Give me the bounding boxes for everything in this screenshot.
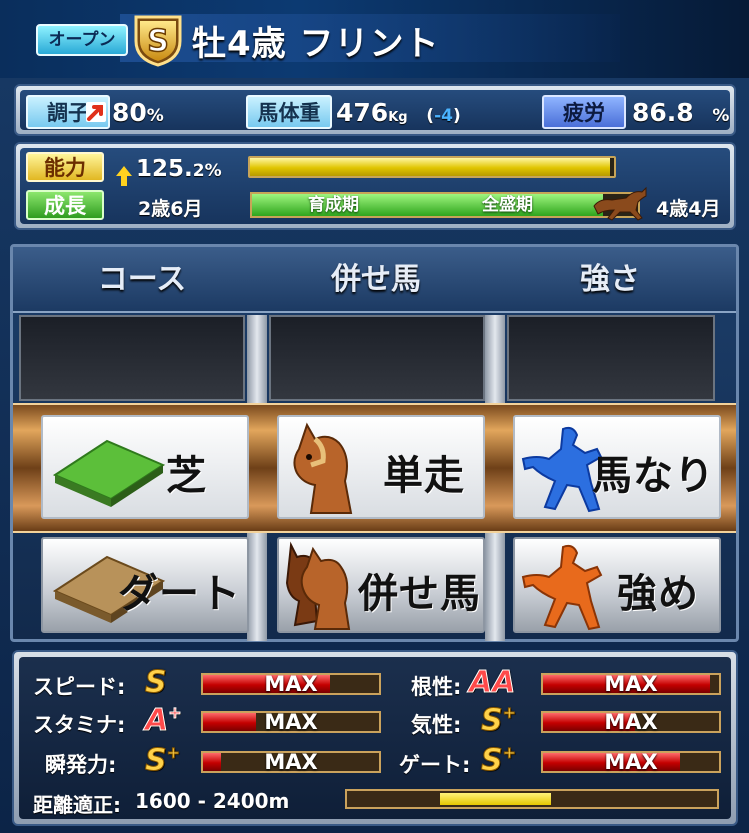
stat-guts-bar: MAX xyxy=(541,672,721,696)
stat-temper-bar: MAX xyxy=(541,710,721,734)
condition-row: 調子 80% 馬体重 476Kg (-4) 疲労 86.8 % xyxy=(14,84,736,136)
option-partner-label: 併せ馬 xyxy=(358,571,481,617)
growth-phase-1: 育成期 xyxy=(308,195,359,215)
stat-guts-max: MAX xyxy=(604,672,658,696)
two-horses-icon xyxy=(285,541,351,630)
option-solo-label: 単走 xyxy=(383,453,465,499)
form-up-arrow-icon xyxy=(86,102,106,122)
option-turf-label: 芝 xyxy=(166,453,207,499)
stat-stamina-label: スタミナ: xyxy=(33,713,126,737)
stat-gate-max: MAX xyxy=(604,750,658,774)
option-strong[interactable]: 強め xyxy=(513,537,721,633)
weight-tag: 馬体重 xyxy=(246,95,332,129)
turf-tile-icon xyxy=(52,439,166,507)
growth-end: 4歳4月 xyxy=(656,198,721,220)
ability-value: 125.2% xyxy=(136,156,222,182)
stat-speed-grade: S xyxy=(145,665,168,701)
training-board: コース 併せ馬 強さ 芝 単走 馬なり ダート 併せ馬 強め xyxy=(10,244,739,642)
ability-up-arrow-icon xyxy=(116,166,132,186)
galloping-horse-icon xyxy=(593,186,647,221)
stat-gate-bar: MAX xyxy=(541,750,721,774)
stat-temper-max: MAX xyxy=(604,710,658,734)
growth-phase-2: 全盛期 xyxy=(482,195,533,215)
horse-title: 牡4歳 フリント xyxy=(192,24,440,64)
weight-label: 馬体重 xyxy=(257,101,321,125)
distance-label: 距離適正: xyxy=(33,793,121,817)
option-turf[interactable]: 芝 xyxy=(41,415,249,519)
class-badge: オープン xyxy=(36,24,128,56)
stat-burst-bar: MAX xyxy=(201,750,381,774)
ability-tag: 能力 xyxy=(26,152,104,182)
empty-slot-partner xyxy=(269,315,485,401)
growth-bar-fill xyxy=(252,194,604,216)
ability-bar-fill xyxy=(250,158,611,176)
horse-head-icon xyxy=(293,422,353,514)
stat-stamina-max: MAX xyxy=(264,710,318,734)
stat-guts-label: 根性: xyxy=(411,675,462,699)
training-screen: オープン S 牡4歳 フリント 調子 80% 馬体重 476Kg (-4) 疲労… xyxy=(0,0,749,833)
distance-value: 1600 - 2400m xyxy=(135,789,290,813)
stat-gate-label: ゲート: xyxy=(399,753,471,777)
growth-start: 2歳6月 xyxy=(138,198,203,220)
stat-burst-grade: S+ xyxy=(145,743,181,779)
jockey-orange-icon xyxy=(521,544,603,631)
growth-tag: 成長 xyxy=(26,190,104,220)
distance-bar-fill xyxy=(439,793,551,805)
stat-stamina-bar: MAX xyxy=(201,710,381,734)
weight-value: 476Kg (-4) xyxy=(336,98,461,127)
grade-s-badge-icon: S xyxy=(134,15,182,67)
ability-bar xyxy=(248,156,616,178)
column-intensity: 強さ xyxy=(580,262,640,297)
form-value: 80% xyxy=(112,98,164,127)
stat-speed-bar: MAX xyxy=(201,672,381,696)
option-easy[interactable]: 馬なり xyxy=(513,415,721,519)
stat-speed-label: スピード: xyxy=(33,675,126,699)
stat-temper-label: 気性: xyxy=(411,713,462,737)
stat-burst-max: MAX xyxy=(264,750,318,774)
growth-bar: 育成期 全盛期 xyxy=(250,186,647,221)
empty-slot-intensity xyxy=(507,315,715,401)
option-easy-label: 馬なり xyxy=(592,453,715,499)
stat-gate-grade: S+ xyxy=(481,743,517,779)
stat-burst-label: 瞬発力: xyxy=(45,753,117,777)
ability-growth-panel: 能力 125.2% 成長 2歳6月 育成期 全盛期 4歳4月 xyxy=(14,142,736,230)
weight-change: -4 xyxy=(434,106,453,126)
stat-guts-grade: AA xyxy=(468,665,516,701)
option-strong-label: 強め xyxy=(617,571,699,617)
empty-slot-course xyxy=(19,315,245,401)
stat-stamina-grade: A+ xyxy=(144,703,182,739)
stat-temper-grade: S+ xyxy=(481,703,517,739)
option-partner[interactable]: 併せ馬 xyxy=(277,537,485,633)
fatigue-tag: 疲労 xyxy=(542,95,626,129)
column-course: コース xyxy=(97,262,187,297)
option-dirt-label: ダート xyxy=(118,571,241,617)
form-label: 調子 xyxy=(47,101,89,125)
distance-bar xyxy=(345,789,719,809)
column-partner: 併せ馬 xyxy=(331,262,421,297)
option-solo[interactable]: 単走 xyxy=(277,415,485,519)
svg-text:S: S xyxy=(147,24,169,59)
horse-header: オープン S 牡4歳 フリント xyxy=(0,0,749,78)
fatigue-value: 86.8 % xyxy=(632,98,730,127)
option-dirt[interactable]: ダート xyxy=(41,537,249,633)
fatigue-label: 疲労 xyxy=(563,101,605,125)
stat-speed-max: MAX xyxy=(264,672,318,696)
stats-panel: スピード: S MAX スタミナ: A+ MAX 瞬発力: S+ MAX 根性:… xyxy=(12,650,738,826)
